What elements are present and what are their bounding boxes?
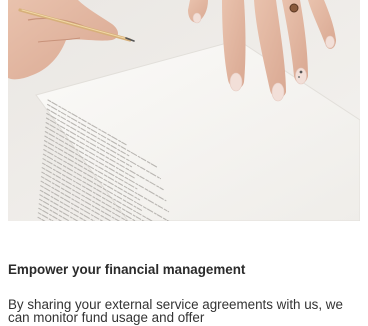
hands-signing-document-illustration bbox=[8, 0, 360, 221]
hero-image bbox=[8, 0, 360, 221]
section-heading: Empower your financial management bbox=[8, 262, 246, 277]
section-body-text: By sharing your external service agreeme… bbox=[8, 297, 343, 325]
